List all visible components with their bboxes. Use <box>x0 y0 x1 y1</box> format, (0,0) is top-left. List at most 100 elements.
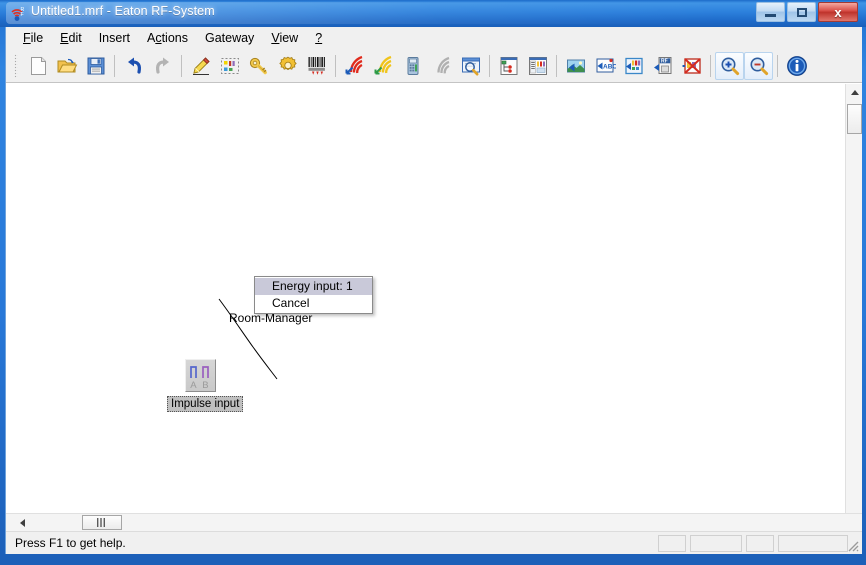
zoom-out-button[interactable] <box>744 51 773 80</box>
close-button[interactable]: x <box>818 2 858 22</box>
redo-arrow-icon <box>155 57 169 74</box>
title-bar[interactable]: R F Untitled1.mrf - Eaton RF-System x <box>0 0 866 27</box>
scroll-up-button[interactable] <box>846 84 863 101</box>
svg-text:F: F <box>21 12 24 18</box>
toolbar-separator <box>181 54 182 77</box>
thumb-grip-icon <box>97 518 105 527</box>
import-image-button[interactable] <box>561 52 590 80</box>
pencil-icon <box>192 56 210 75</box>
menu-gateway[interactable]: Gateway <box>197 29 263 47</box>
horizontal-scrollbar[interactable] <box>6 513 862 531</box>
vertical-scroll-thumb[interactable] <box>847 104 862 134</box>
context-menu-item-cancel[interactable]: Cancel <box>255 295 372 312</box>
rf-export-icon: RF <box>653 56 671 74</box>
status-panel-3 <box>746 535 774 552</box>
connection-line <box>218 298 278 380</box>
rf-signal-red-icon <box>345 55 363 74</box>
context-menu-item-energy-input[interactable]: Energy input: 1 <box>255 278 372 295</box>
scroll-left-button[interactable] <box>14 514 31 531</box>
toolbar: ABC RF <box>6 49 862 83</box>
cancel-transfer-button[interactable] <box>677 52 706 80</box>
client-area: File Edit Insert Actions Gateway View ? <box>5 27 862 554</box>
context-menu: Energy input: 1 Cancel <box>254 276 373 314</box>
toolbar-grip[interactable] <box>14 53 18 78</box>
svg-text:ABC: ABC <box>603 63 616 70</box>
magnifier-minus-icon <box>750 57 768 75</box>
abc-import-icon: ABC <box>596 58 616 72</box>
menu-file[interactable]: File <box>15 29 52 47</box>
horizontal-scroll-thumb[interactable] <box>82 515 122 530</box>
barcode-scan-button[interactable] <box>302 52 331 80</box>
export-rf-button[interactable]: RF <box>648 52 677 80</box>
menu-actions[interactable]: Actions <box>139 29 197 47</box>
close-icon: x <box>834 4 842 20</box>
rf-send-button[interactable] <box>369 52 398 80</box>
dashed-selection-icon <box>220 57 239 74</box>
toolbar-separator <box>777 54 778 77</box>
canvas-area: Room-Manager A B Impulse input Energy in… <box>6 83 862 532</box>
impulse-input-device[interactable]: A B <box>185 359 216 392</box>
menu-bar: File Edit Insert Actions Gateway View ? <box>6 27 862 49</box>
toolbar-separator <box>710 54 711 77</box>
info-icon <box>786 55 807 76</box>
page-icon <box>30 56 46 75</box>
svg-text:A: A <box>190 380 197 391</box>
zoom-in-button[interactable] <box>715 51 744 80</box>
window-magnifier-icon <box>461 57 480 75</box>
new-file-button[interactable] <box>23 52 52 80</box>
key-icon <box>249 57 267 74</box>
import-items-button[interactable] <box>619 52 648 80</box>
toolbar-separator <box>556 54 557 77</box>
menu-insert[interactable]: Insert <box>91 29 139 47</box>
device-tree-button[interactable] <box>494 52 523 80</box>
minimize-button[interactable] <box>756 2 785 22</box>
key-button[interactable] <box>244 52 273 80</box>
impulse-input-label[interactable]: Impulse input <box>167 396 244 412</box>
about-info-button[interactable] <box>782 52 811 80</box>
cancel-cross-icon <box>682 57 701 74</box>
rf-antenna-icon: R F <box>9 5 26 22</box>
toolbar-separator <box>114 54 115 77</box>
status-panel-1 <box>658 535 686 552</box>
status-panel-4 <box>778 535 848 552</box>
properties-list-button[interactable] <box>523 52 552 80</box>
image-import-icon <box>566 59 585 72</box>
maximize-button[interactable] <box>787 2 816 22</box>
import-text-button[interactable]: ABC <box>590 52 619 80</box>
open-file-button[interactable] <box>52 52 81 80</box>
svg-text:B: B <box>202 380 208 391</box>
menu-view[interactable]: View <box>263 29 307 47</box>
rf-receive-button[interactable] <box>340 52 369 80</box>
toolbar-separator <box>489 54 490 77</box>
select-area-button[interactable] <box>215 52 244 80</box>
window-inspect-button[interactable] <box>456 52 485 80</box>
application-window: R F Untitled1.mrf - Eaton RF-System x Fi… <box>0 0 866 565</box>
menu-help[interactable]: ? <box>307 29 331 47</box>
toolbar-separator <box>335 54 336 77</box>
items-import-icon <box>624 57 643 74</box>
undo-button[interactable] <box>119 52 148 80</box>
folder-open-icon <box>57 58 77 72</box>
vertical-scrollbar[interactable] <box>845 84 862 532</box>
diagram-canvas[interactable]: Room-Manager A B Impulse input Energy in… <box>8 86 843 512</box>
save-file-button[interactable] <box>81 52 110 80</box>
status-message: Press F1 to get help. <box>15 536 126 550</box>
edit-pencil-button[interactable] <box>186 52 215 80</box>
menu-edit[interactable]: Edit <box>52 29 91 47</box>
rf-idle-button[interactable] <box>427 52 456 80</box>
rf-signal-grey-icon <box>436 56 450 74</box>
maximize-icon <box>788 3 815 21</box>
window-title: Untitled1.mrf - Eaton RF-System <box>31 4 215 18</box>
minimize-icon <box>757 3 784 21</box>
settings-button[interactable] <box>273 52 302 80</box>
handheld-device-icon <box>407 56 418 75</box>
barcode-icon <box>308 56 325 75</box>
redo-button <box>148 52 177 80</box>
floppy-disk-icon <box>87 57 104 74</box>
device-button[interactable] <box>398 52 427 80</box>
device-tree-icon <box>500 56 517 75</box>
status-bar: Press F1 to get help. <box>6 531 862 554</box>
resize-grip-icon[interactable] <box>845 538 859 552</box>
properties-list-icon <box>528 56 547 75</box>
rf-signal-yellow-icon <box>374 55 392 74</box>
